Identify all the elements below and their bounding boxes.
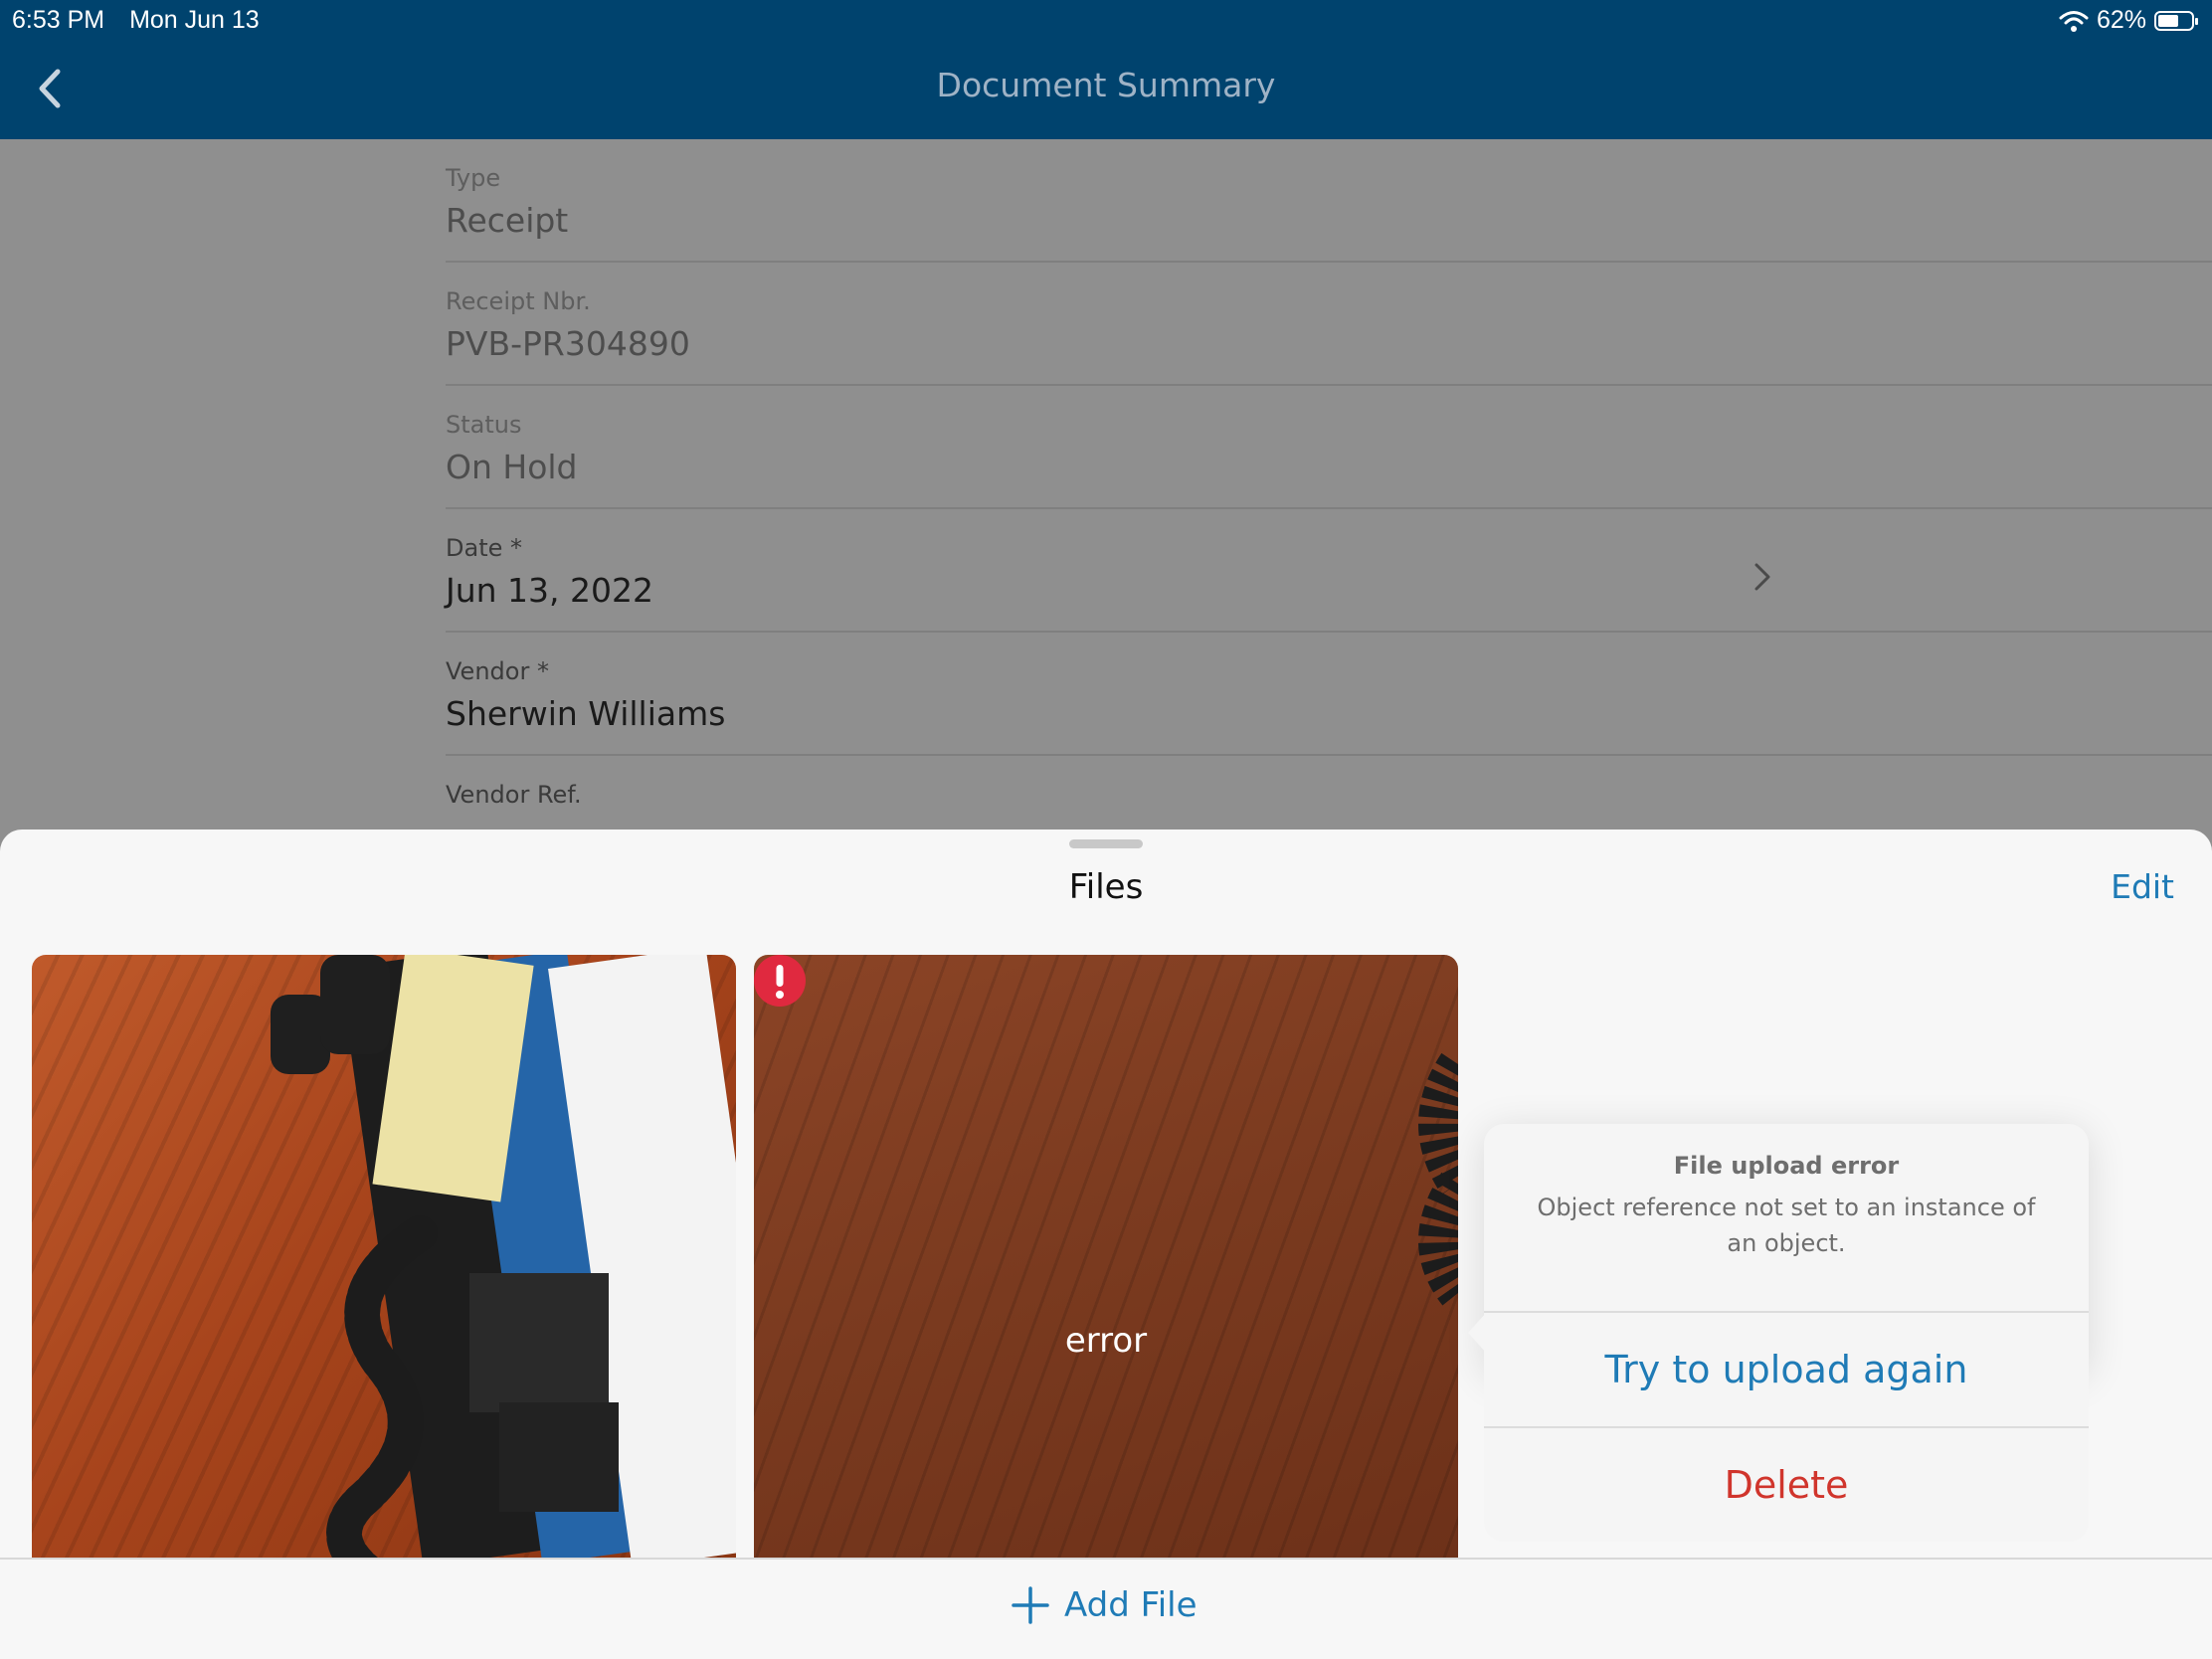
sheet-title: Files xyxy=(1068,867,1144,907)
upload-status-label: error xyxy=(1064,1321,1148,1361)
file-thumbnail[interactable]: error xyxy=(754,955,1458,1560)
photo-content xyxy=(271,955,736,1560)
status-date: Mon Jun 13 xyxy=(129,6,260,34)
field-value: Sherwin Williams xyxy=(446,694,726,733)
field-label: Type xyxy=(446,164,501,192)
field-label: Receipt Nbr. xyxy=(446,287,591,315)
files-sheet: Files Edit error File upload error Objec… xyxy=(0,830,2212,1659)
field-label: Vendor * xyxy=(446,657,549,685)
sheet-footer: Add File xyxy=(0,1558,2212,1659)
field-type: Type Receipt xyxy=(446,139,2212,263)
file-thumbnail[interactable] xyxy=(32,955,736,1560)
field-date[interactable]: Date * Jun 13, 2022 xyxy=(446,509,2212,633)
battery-percent: 62% xyxy=(2096,6,2146,34)
field-label: Vendor Ref. xyxy=(446,781,582,809)
field-value: Jun 13, 2022 xyxy=(446,571,654,610)
field-label: Status xyxy=(446,411,522,439)
document-form: Type Receipt Receipt Nbr. PVB-PR304890 S… xyxy=(446,139,2212,879)
retry-upload-button[interactable]: Try to upload again xyxy=(1484,1311,2089,1426)
plus-icon xyxy=(1012,1586,1049,1624)
popover-title: File upload error xyxy=(1673,1152,1900,1180)
field-value: PVB-PR304890 xyxy=(446,324,690,363)
battery-icon xyxy=(2154,10,2198,31)
photo-content xyxy=(1418,1052,1458,1306)
delete-file-button[interactable]: Delete xyxy=(1484,1426,2089,1542)
wifi-icon xyxy=(2059,10,2089,32)
app-header: 6:53 PM Mon Jun 13 62% Document Summary xyxy=(0,0,2212,139)
popover-message: Object reference not set to an instance … xyxy=(1537,1194,2036,1257)
status-time: 6:53 PM xyxy=(12,6,105,34)
field-value: On Hold xyxy=(446,448,578,486)
field-label: Date * xyxy=(446,534,522,562)
field-value: Receipt xyxy=(446,201,569,240)
field-status: Status On Hold xyxy=(446,386,2212,509)
field-receipt-number: Receipt Nbr. PVB-PR304890 xyxy=(446,263,2212,386)
sheet-grabber[interactable] xyxy=(1069,839,1143,848)
status-bar-left: 6:53 PM Mon Jun 13 xyxy=(12,6,277,35)
add-file-button[interactable]: Add File xyxy=(1011,1585,1198,1625)
field-vendor[interactable]: Vendor * Sherwin Williams xyxy=(446,633,2212,756)
edit-button[interactable]: Edit xyxy=(2111,867,2174,906)
status-bar-right: 62% xyxy=(2059,6,2198,35)
chevron-right-icon xyxy=(1754,563,1770,591)
page-title: Document Summary xyxy=(936,66,1276,104)
error-icon xyxy=(754,955,806,1007)
battery-level xyxy=(2158,14,2178,27)
add-file-label: Add File xyxy=(1064,1585,1198,1625)
